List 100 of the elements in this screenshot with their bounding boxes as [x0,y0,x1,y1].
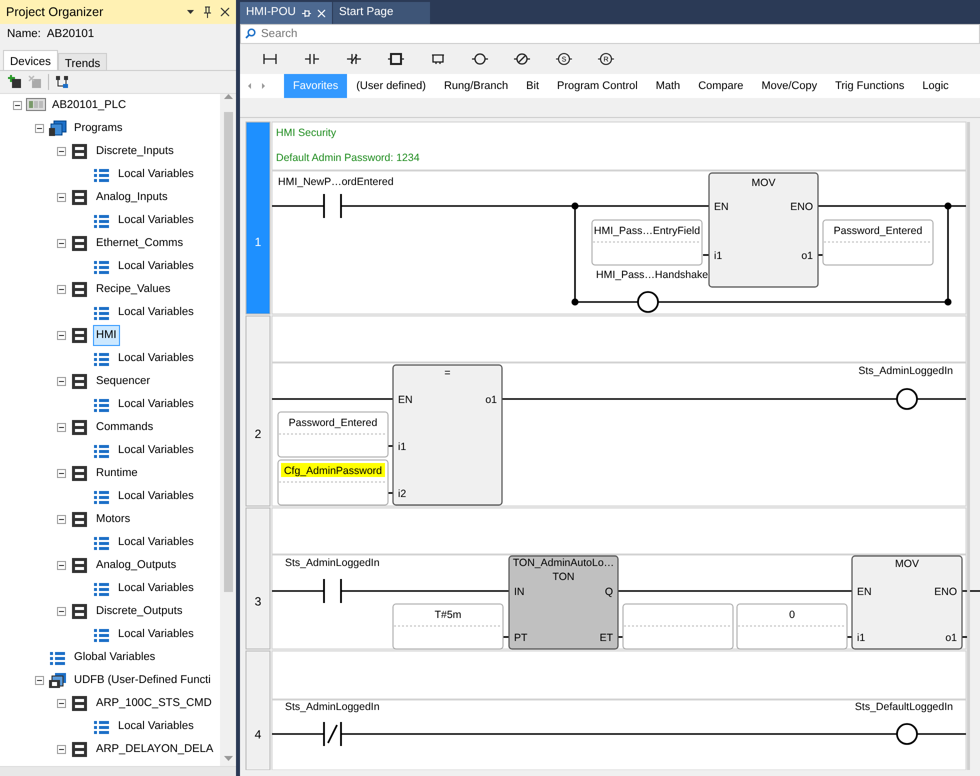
variable-box[interactable] [822,220,934,266]
program-icon [70,281,90,298]
tree-item[interactable]: Local Variables [115,394,197,415]
tree-item[interactable]: ARP_DELAYON_DELA [93,739,216,760]
tree-item[interactable]: Local Variables [115,256,197,277]
expander[interactable] [57,515,66,524]
block-instance-name: TON_AdminAutoLo… [512,557,614,569]
tree-item[interactable]: Local Variables [115,348,197,369]
tree-item[interactable]: ARP_100C_STS_CMD [93,693,215,714]
list-icon [92,626,112,643]
tree-item[interactable]: Local Variables [115,624,197,645]
rung-number-cell[interactable] [246,508,270,650]
variable-box[interactable] [592,220,702,266]
expander[interactable] [57,469,66,478]
function-block[interactable] [508,555,619,650]
category-tab[interactable]: (User defined) [347,74,435,98]
tree-item[interactable]: Analog_Inputs [93,187,171,208]
tree-item[interactable]: Local Variables [115,532,197,553]
tree-item[interactable]: Discrete_Inputs [93,141,177,162]
editor-tab[interactable]: Start Page [333,2,430,24]
expander[interactable] [57,561,66,570]
pin-icon[interactable] [203,6,212,18]
tree-item[interactable]: UDFB (User-Defined Functi [71,670,214,691]
tree-item[interactable]: Local Variables [115,440,197,461]
wire-line [818,254,823,256]
contact-symbol[interactable] [323,579,342,603]
panel-tab[interactable]: Devices [3,50,58,70]
close-icon[interactable] [220,7,230,17]
variable-label: HMI_Pass…Handshake [596,269,708,281]
tree-item[interactable]: Local Variables [115,302,197,323]
tree-item[interactable]: Ethernet_Comms [93,233,186,254]
network-icon[interactable] [55,75,69,89]
rung-number-cell[interactable] [246,650,270,770]
expander[interactable] [57,607,66,616]
expander[interactable] [57,331,66,340]
tree-item[interactable]: Analog_Outputs [93,555,180,576]
tree-item[interactable]: Local Variables [115,210,197,231]
tree-item[interactable]: HMI [93,325,120,346]
category-tab[interactable]: Program Control [548,74,647,98]
variable-name: T#5m [434,609,462,621]
expander[interactable] [57,239,66,248]
program-icon [70,741,90,758]
junction-dot [572,298,578,306]
tree-item[interactable]: Local Variables [115,578,197,599]
expander[interactable] [57,377,66,386]
expander[interactable] [57,699,66,708]
tree-item[interactable]: Global Variables [71,647,158,668]
negated-contact-icon [346,51,362,67]
tree-item[interactable]: Discrete_Outputs [93,601,186,622]
category-tab[interactable]: Bit [517,74,548,98]
wire-line [272,205,324,207]
function-block[interactable] [392,364,503,506]
tree-item[interactable]: Sequencer [93,371,154,392]
expander[interactable] [35,676,44,685]
variable-label: Sts_AdminLoggedIn [285,701,380,713]
tree-item[interactable]: Commands [93,417,156,438]
tree-item[interactable]: Programs [71,118,126,139]
scrollbar[interactable] [0,766,236,776]
category-tab[interactable]: Math [646,74,690,98]
junction-dot [944,202,952,210]
pin-label: EN [398,394,413,406]
expander[interactable] [57,285,66,294]
program-icon [70,373,90,390]
tree-item[interactable]: Motors [93,509,134,530]
category-tab[interactable]: Logic [913,74,958,98]
scrollbar[interactable] [967,122,970,770]
category-tab[interactable]: Compare [689,74,752,98]
expander[interactable] [57,745,66,754]
variable-box[interactable] [278,412,388,458]
expander[interactable] [57,423,66,432]
tree-item[interactable]: Local Variables [115,716,197,737]
expander[interactable] [57,147,66,156]
search-field[interactable]: Search [240,24,980,44]
list-icon [92,534,112,551]
add-device-icon[interactable] [8,75,22,89]
rung-number: 4 [254,728,262,742]
expander[interactable] [35,124,44,133]
expander[interactable] [13,101,22,110]
function-block[interactable] [851,555,963,650]
panel-tab[interactable]: Trends [58,53,108,70]
dropdown-icon[interactable] [186,9,195,15]
tree-item[interactable]: Recipe_Values [93,279,174,300]
rung-number-cell[interactable] [246,122,270,314]
expander[interactable] [57,193,66,202]
contact-symbol[interactable] [323,194,342,218]
coil-icon [472,51,488,67]
variable-name: Cfg_AdminPassword [284,465,382,477]
rung-number-cell[interactable] [246,316,270,506]
pin-label: ENO [934,586,957,598]
negated-coil-icon [514,51,530,67]
category-tab[interactable]: Move/Copy [752,74,826,98]
program-icon [70,189,90,206]
category-tab[interactable]: Rung/Branch [434,74,518,98]
tree-item[interactable]: Local Variables [115,486,197,507]
tree-item[interactable]: Local Variables [115,164,197,185]
tree-item[interactable]: AB20101_PLC [49,95,130,116]
category-tab[interactable]: Trig Functions [826,74,914,98]
tree-item[interactable]: Runtime [93,463,141,484]
function-block[interactable] [708,172,819,288]
negated-contact-symbol[interactable] [323,722,342,746]
